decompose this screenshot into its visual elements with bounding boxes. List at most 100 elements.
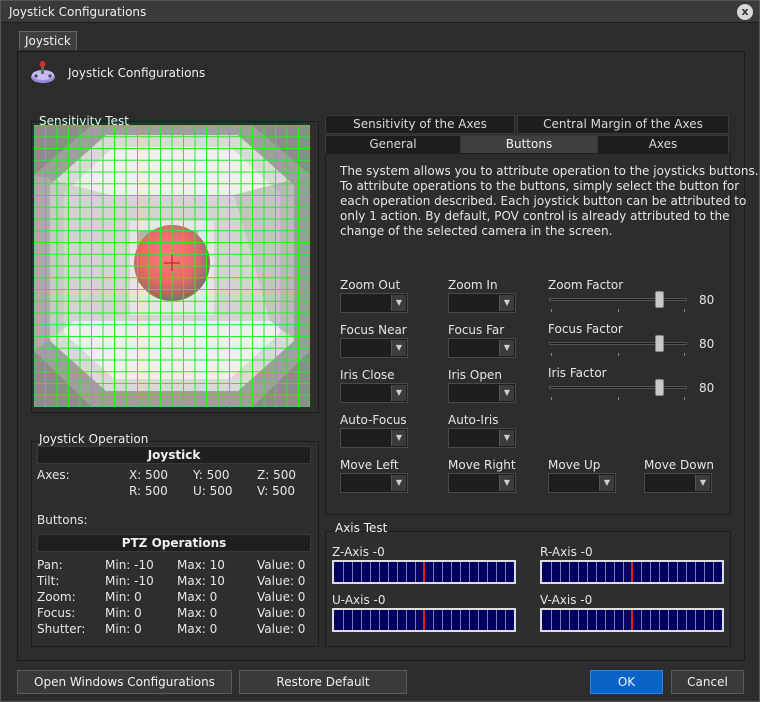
ptz-max-cell: Max: 10 [177,558,225,572]
ptz-max-cell: Max: 0 [177,606,218,620]
axis-tick [596,562,597,582]
move-up-select[interactable]: ▼ [548,473,616,493]
axis-tick [505,562,506,582]
sensitivity-pad[interactable] [34,125,310,407]
axis-tick [397,610,398,630]
description-line-4: only 1 action. By default, POV control i… [340,209,730,223]
ptz-value-cell: Value: 0 [257,606,306,620]
ptz-name-cell: Zoom: [37,590,76,604]
axis-test-label: Axis Test [335,521,388,535]
chevron-down-icon: ▼ [391,475,406,491]
joystick-config-window: Joystick Configurations x Joystick Joyst… [0,0,760,702]
v-axis-bar [540,608,724,632]
slider-ticks [551,397,685,400]
tab-general[interactable]: General [325,135,461,154]
axis-tick [469,562,470,582]
slider-thumb[interactable] [655,291,664,308]
tab-sensitivity-axes[interactable]: Sensitivity of the Axes [325,115,515,134]
axis-tick [505,610,506,630]
axis-tick [695,610,696,630]
iris-factor-value: 80 [699,381,715,395]
auto-focus-select[interactable]: ▼ [340,428,408,448]
move-down-label: Move Down [644,458,714,472]
axis-tick [677,562,678,582]
axis-tick [623,610,624,630]
open-windows-config-button[interactable]: Open Windows Configurations [17,670,232,694]
zoom-factor-slider[interactable] [549,290,687,312]
axis-tick [704,562,705,582]
ptz-max-cell: Max: 0 [177,590,218,604]
ptz-max-cell: Max: 0 [177,622,218,636]
move-down-select[interactable]: ▼ [644,473,712,493]
axis-tick [460,562,461,582]
zoom-in-select[interactable]: ▼ [448,293,516,313]
ptz-name-cell: Focus: [37,606,76,620]
tab-buttons[interactable]: Buttons [461,135,597,154]
slider-track [549,342,687,345]
chevron-down-icon: ▼ [499,475,514,491]
axis-tick [433,610,434,630]
zoom-out-select[interactable]: ▼ [340,293,408,313]
chevron-down-icon: ▼ [499,340,514,356]
slider-mid-tick [552,309,619,312]
iris-open-select[interactable]: ▼ [448,383,516,403]
iris-close-select[interactable]: ▼ [340,383,408,403]
axis-tick [713,562,714,582]
ptz-header: PTZ Operations [37,534,311,552]
buttons-label: Buttons: [37,513,88,527]
focus-factor-slider[interactable] [549,334,687,356]
ptz-name-cell: Tilt: [37,574,60,588]
chevron-down-icon: ▼ [599,475,614,491]
ptz-min-cell: Min: 0 [105,590,142,604]
chevron-down-icon: ▼ [391,340,406,356]
axis-tick [343,562,344,582]
chevron-down-icon: ▼ [391,430,406,446]
slider-thumb[interactable] [655,379,664,396]
description-line-1: The system allows you to attribute opera… [340,164,759,178]
ptz-max-cell: Max: 10 [177,574,225,588]
axis-tick [605,610,606,630]
axis-tick [641,562,642,582]
axis-z-value: Z: 500 [257,468,296,482]
axis-tick [460,610,461,630]
window-title: Joystick Configurations [9,5,147,19]
ptz-name-cell: Shutter: [37,622,86,636]
axis-tick [478,562,479,582]
axis-tick [677,610,678,630]
auto-iris-select[interactable]: ▼ [448,428,516,448]
move-right-label: Move Right [448,458,516,472]
focus-far-select[interactable]: ▼ [448,338,516,358]
iris-factor-slider[interactable] [549,378,687,400]
focus-near-label: Focus Near [340,323,407,337]
sensitivity-graphic [34,125,310,407]
tab-central-margin[interactable]: Central Margin of the Axes [517,115,729,134]
axis-tick [442,610,443,630]
chevron-down-icon: ▼ [391,295,406,311]
axis-r-value: R: 500 [129,484,168,498]
move-up-label: Move Up [548,458,601,472]
description-line-5: change of the selected camera in the scr… [340,224,613,238]
axis-tick [370,610,371,630]
axis-tick [415,610,416,630]
axis-tick [415,562,416,582]
ok-button[interactable]: OK [590,670,663,694]
tab-axes[interactable]: Axes [597,135,729,154]
cancel-button[interactable]: Cancel [671,670,744,694]
axis-tick [496,610,497,630]
tab-joystick[interactable]: Joystick [19,31,77,50]
move-right-select[interactable]: ▼ [448,473,516,493]
move-left-select[interactable]: ▼ [340,473,408,493]
slider-thumb[interactable] [655,335,664,352]
restore-default-button[interactable]: Restore Default [239,670,407,694]
focus-factor-value: 80 [699,337,715,351]
close-button[interactable]: x [737,4,753,20]
axis-tick [496,562,497,582]
description-line-2: To attribute operations to the buttons, … [340,179,740,193]
axis-tick [686,610,687,630]
axis-tick [623,562,624,582]
chevron-down-icon: ▼ [499,295,514,311]
axis-tick [379,610,380,630]
axis-cursor [631,562,633,582]
focus-near-select[interactable]: ▼ [340,338,408,358]
axis-tick [551,610,552,630]
